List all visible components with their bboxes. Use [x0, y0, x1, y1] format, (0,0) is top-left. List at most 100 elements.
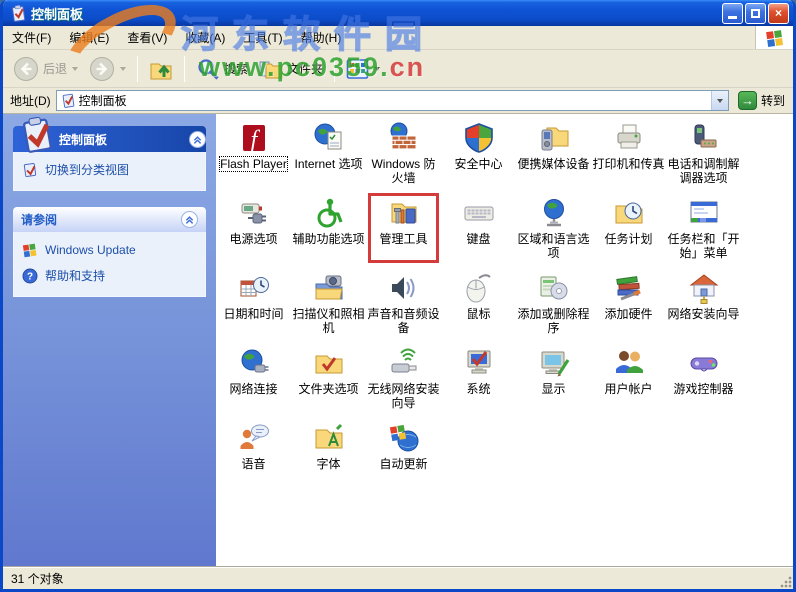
- cp-item-wireless-wizard[interactable]: 无线网络安装向导: [366, 343, 441, 418]
- chevron-up-icon: [193, 135, 202, 144]
- back-label: 后退: [43, 62, 68, 76]
- resize-grip[interactable]: [779, 575, 792, 588]
- link-label: 切换到分类视图: [45, 162, 130, 177]
- cp-item-add-hardware[interactable]: 添加硬件: [591, 268, 666, 343]
- panel-header[interactable]: 控制面板: [13, 117, 206, 153]
- cp-item-keyboard[interactable]: 键盘: [441, 193, 516, 268]
- menu-tools[interactable]: 工具(T): [234, 26, 291, 49]
- menu-edit[interactable]: 编辑(E): [60, 26, 118, 49]
- cp-item-network-wizard[interactable]: 网络安装向导: [666, 268, 741, 343]
- wireless-wizard-icon: [391, 348, 416, 373]
- cp-item-scanners-cameras[interactable]: 扫描仪和照相机: [291, 268, 366, 343]
- link-label: Windows Update: [45, 242, 136, 257]
- chevron-up-icon: [185, 216, 194, 224]
- network-connections-icon: [241, 349, 268, 373]
- go-button[interactable]: → 转到: [734, 91, 789, 110]
- cp-item-security-center[interactable]: 安全中心: [441, 118, 516, 193]
- fonts-icon: [315, 423, 342, 449]
- item-label: 游戏控制器: [673, 382, 734, 396]
- cp-item-user-accounts[interactable]: 用户帐户: [591, 343, 666, 418]
- task-pane-sidebar: 控制面板 切换到分类视图 请参阅 Windows Update ? 帮助和支持: [3, 114, 216, 566]
- see-also-panel: 请参阅 Windows Update ? 帮助和支持: [13, 207, 206, 297]
- cp-item-printers-faxes[interactable]: 打印机和传真: [591, 118, 666, 193]
- keyboard-icon: [464, 206, 493, 221]
- cp-item-taskbar-startmenu[interactable]: 任务栏和「开始」菜单: [666, 193, 741, 268]
- address-value: 控制面板: [78, 94, 127, 108]
- cp-item-speech[interactable]: 语音: [216, 418, 291, 493]
- folders-button[interactable]: 文件夹: [255, 55, 327, 83]
- cp-item-internet-options[interactable]: Internet 选项: [291, 118, 366, 193]
- search-button[interactable]: 搜索: [192, 55, 252, 83]
- auto-update-icon: [389, 424, 418, 452]
- address-input[interactable]: 控制面板: [55, 90, 729, 111]
- cp-item-admin-tools[interactable]: 管理工具: [366, 193, 441, 268]
- cp-item-sounds-audio[interactable]: 声音和音频设备: [366, 268, 441, 343]
- cp-item-system[interactable]: 系统: [441, 343, 516, 418]
- menu-help[interactable]: 帮助(H): [292, 26, 351, 49]
- power-options-icon: [241, 203, 266, 224]
- admin-tools-icon: [391, 203, 416, 224]
- cp-item-game-controllers[interactable]: 游戏控制器: [666, 343, 741, 418]
- cp-item-fonts[interactable]: 字体: [291, 418, 366, 493]
- item-label: Windows 防火墙: [371, 157, 436, 185]
- menu-file[interactable]: 文件(F): [3, 26, 60, 49]
- toolbar-separator: [137, 55, 139, 82]
- cp-item-flash-player[interactable]: f Flash Player: [216, 118, 291, 193]
- title-bar[interactable]: 控制面板 ×: [3, 0, 793, 26]
- cp-item-windows-firewall[interactable]: Windows 防火墙: [366, 118, 441, 193]
- maximize-button[interactable]: [745, 2, 766, 24]
- panel-body: 切换到分类视图: [13, 152, 206, 191]
- cp-item-power-options[interactable]: 电源选项: [216, 193, 291, 268]
- back-icon: [14, 56, 38, 81]
- system-icon: [467, 350, 490, 374]
- item-label: 便携媒体设备: [517, 157, 590, 171]
- item-label: 声音和音频设备: [367, 307, 440, 335]
- address-bar: 地址(D) 控制面板 → 转到: [3, 88, 793, 114]
- menu-view[interactable]: 查看(V): [118, 26, 176, 49]
- address-dropdown-button[interactable]: [710, 91, 728, 110]
- mouse-icon: [466, 274, 491, 303]
- cp-item-phone-modem[interactable]: 电话和调制解调器选项: [666, 118, 741, 193]
- minimize-button[interactable]: [722, 2, 743, 24]
- cp-item-accessibility[interactable]: 辅助功能选项: [291, 193, 366, 268]
- menu-favorites[interactable]: 收藏(A): [176, 26, 234, 49]
- close-button[interactable]: ×: [768, 2, 789, 24]
- up-button[interactable]: [145, 55, 177, 83]
- object-count: 31 个对象: [11, 571, 64, 586]
- cp-item-folder-options[interactable]: 文件夹选项: [291, 343, 366, 418]
- forward-caret-icon: [120, 66, 127, 71]
- menu-bar: 文件(F) 编辑(E) 查看(V) 收藏(A) 工具(T) 帮助(H): [3, 26, 793, 50]
- cp-item-portable-media[interactable]: 便携媒体设备: [516, 118, 591, 193]
- item-label: 添加或删除程序: [517, 307, 590, 335]
- back-button[interactable]: 后退: [9, 54, 82, 84]
- windows-flag-icon: [765, 29, 783, 47]
- icon-view: f Flash Player Internet 选项 Windows 防火墙 安…: [216, 114, 793, 566]
- maximize-icon: [751, 8, 760, 18]
- accessibility-icon: [317, 198, 342, 228]
- content-area: 控制面板 切换到分类视图 请参阅 Windows Update ? 帮助和支持 …: [3, 114, 793, 566]
- collapse-panel-button[interactable]: [189, 130, 206, 148]
- item-label: 无线网络安装向导: [367, 382, 440, 410]
- item-label: 键盘: [466, 232, 491, 246]
- panel-header[interactable]: 请参阅: [13, 207, 206, 232]
- cp-item-scheduled-tasks[interactable]: 任务计划: [591, 193, 666, 268]
- cp-item-network-connections[interactable]: 网络连接: [216, 343, 291, 418]
- folder-options-icon: [315, 355, 342, 374]
- switch-to-category-view-link[interactable]: 切换到分类视图: [22, 162, 197, 178]
- item-label: 区域和语言选项: [517, 232, 590, 260]
- speech-icon: [240, 424, 269, 449]
- cp-item-date-time[interactable]: 日期和时间: [216, 268, 291, 343]
- forward-button[interactable]: [85, 54, 130, 84]
- cp-item-display[interactable]: 显示: [516, 343, 591, 418]
- item-label: 电话和调制解调器选项: [667, 157, 740, 185]
- windows-update-link[interactable]: Windows Update: [22, 242, 197, 258]
- help-and-support-link[interactable]: ? 帮助和支持: [22, 268, 197, 284]
- cp-item-auto-updates[interactable]: 自动更新: [366, 418, 441, 493]
- control-panel-window: 河东软件园 www.pc0359.cn 控制面板 × 文件(F) 编辑(E) 查…: [0, 0, 796, 592]
- cp-item-region-language[interactable]: 区域和语言选项: [516, 193, 591, 268]
- cp-item-mouse[interactable]: 鼠标: [441, 268, 516, 343]
- views-button[interactable]: [342, 56, 384, 82]
- cp-item-add-remove-programs[interactable]: 添加或删除程序: [516, 268, 591, 343]
- item-label: 任务栏和「开始」菜单: [667, 232, 740, 260]
- collapse-panel-button[interactable]: [181, 211, 198, 228]
